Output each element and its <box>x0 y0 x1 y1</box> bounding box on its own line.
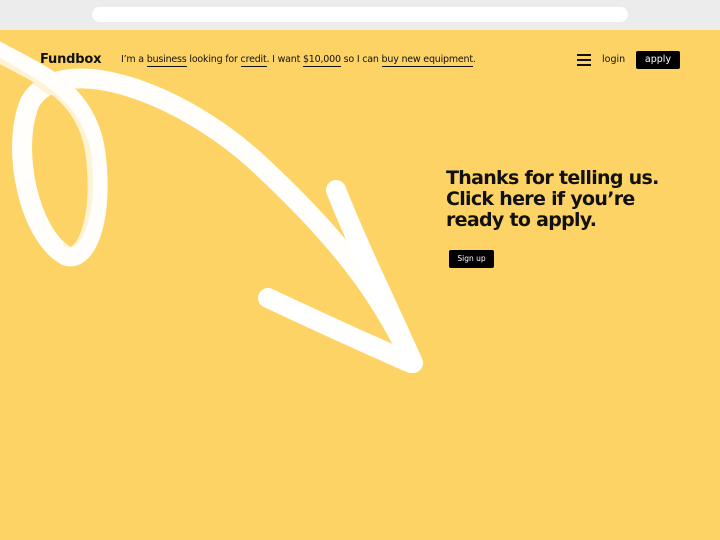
hero-headline: Thanks for telling us. Click here if you… <box>446 167 659 231</box>
apply-button[interactable]: apply <box>636 51 680 69</box>
business-type-select[interactable]: business <box>146 54 187 67</box>
login-link[interactable]: login <box>602 54 625 65</box>
amount-select[interactable]: $10,000 <box>302 54 341 67</box>
intent-sentence: I’m a business looking for credit. I wan… <box>121 54 476 67</box>
page-content: Fundbox I’m a business looking for credi… <box>0 30 720 540</box>
sentence-i-want: . I want <box>266 54 303 65</box>
purpose-select[interactable]: buy new equipment <box>381 54 473 67</box>
sentence-end: . <box>472 54 476 65</box>
sentence-so-i-can: so I can <box>340 54 382 65</box>
browser-toolbar <box>0 0 720 30</box>
hamburger-menu-icon[interactable] <box>577 54 591 66</box>
brush-arrow-icon <box>0 41 423 373</box>
address-bar[interactable] <box>92 7 628 22</box>
product-select[interactable]: credit <box>240 54 267 67</box>
signup-button[interactable]: Sign up <box>449 250 494 268</box>
fundbox-logo[interactable]: Fundbox <box>40 52 101 67</box>
sentence-intro: I’m a <box>121 54 147 65</box>
sentence-looking-for: looking for <box>186 54 241 65</box>
